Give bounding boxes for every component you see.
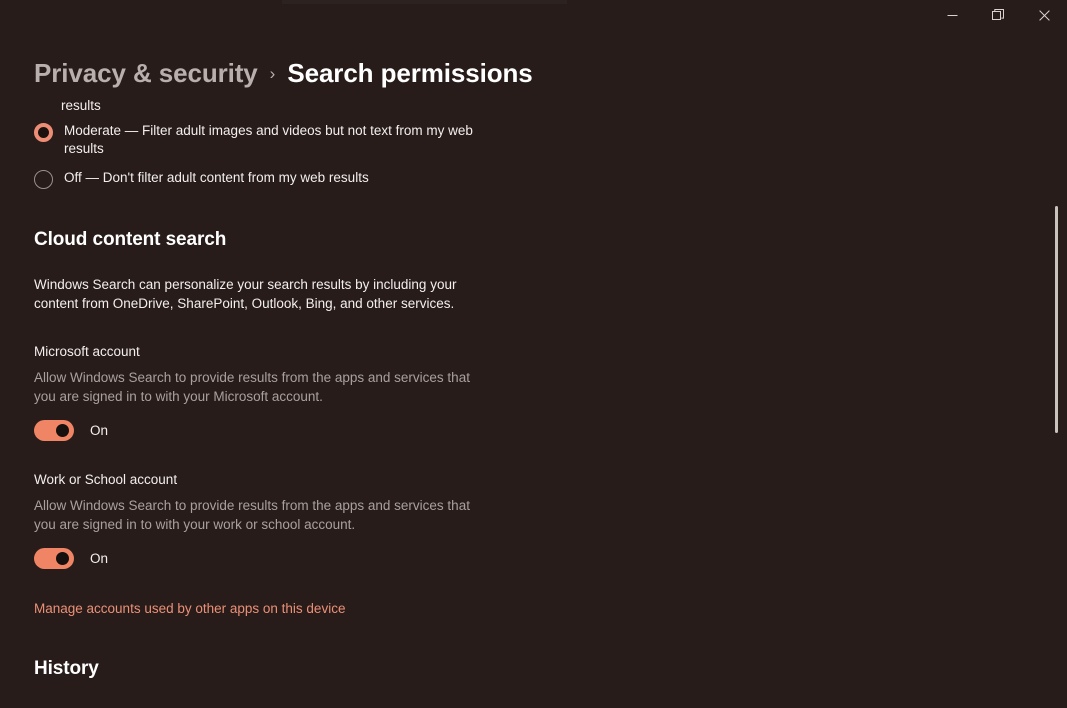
- radio-option-moderate[interactable]: Moderate — Filter adult images and video…: [34, 122, 1050, 158]
- settings-window: Privacy & security › Search permissions …: [0, 0, 1067, 708]
- radio-option-label: Moderate — Filter adult images and video…: [64, 123, 473, 156]
- minimize-button[interactable]: [929, 0, 975, 30]
- setting-description: Allow Windows Search to provide results …: [34, 370, 470, 404]
- section-heading-cloud-content-search: Cloud content search: [34, 229, 227, 250]
- scrollbar-track[interactable]: [1050, 100, 1064, 660]
- clipped-option-text: results: [61, 98, 101, 113]
- restore-button[interactable]: [975, 0, 1021, 30]
- section-heading-history: History: [34, 658, 99, 679]
- toggle-knob: [56, 424, 69, 437]
- breadcrumb: Privacy & security › Search permissions: [34, 58, 533, 89]
- radio-unselected-icon: [34, 170, 53, 189]
- toggle-row: On: [34, 548, 1050, 569]
- toggle-state-label: On: [90, 551, 109, 566]
- restore-icon: [992, 9, 1004, 20]
- scrollbar-thumb[interactable]: [1055, 206, 1058, 433]
- close-icon: [1038, 9, 1050, 21]
- page-title: Search permissions: [287, 58, 533, 88]
- setting-microsoft-account: Microsoft account Allow Windows Search t…: [34, 342, 1050, 441]
- manage-accounts-link[interactable]: Manage accounts used by other apps on th…: [34, 601, 345, 616]
- minimize-icon: [947, 14, 957, 16]
- radio-option-off[interactable]: Off — Don't filter adult content from my…: [34, 169, 1050, 189]
- safesearch-radio-group: Moderate — Filter adult images and video…: [34, 122, 1050, 189]
- setting-title: Work or School account: [34, 472, 178, 487]
- title-bar: [0, 0, 1067, 34]
- toggle-row: On: [34, 420, 1050, 441]
- toggle-knob: [56, 552, 69, 565]
- section-description-cloud-content-search: Windows Search can personalize your sear…: [34, 277, 457, 311]
- setting-title: Microsoft account: [34, 344, 140, 359]
- microsoft-account-toggle[interactable]: [34, 420, 74, 441]
- radio-option-label: Off — Don't filter adult content from my…: [64, 170, 369, 185]
- work-school-account-toggle[interactable]: [34, 548, 74, 569]
- settings-content: results Moderate — Filter adult images a…: [0, 96, 1050, 708]
- window-controls: [929, 0, 1067, 30]
- toggle-state-label: On: [90, 423, 109, 438]
- titlebar-accent-band: [282, 0, 567, 4]
- close-button[interactable]: [1021, 0, 1067, 30]
- setting-description: Allow Windows Search to provide results …: [34, 498, 470, 532]
- setting-work-or-school-account: Work or School account Allow Windows Sea…: [34, 470, 1050, 569]
- chevron-right-icon: ›: [269, 64, 276, 83]
- radio-selected-icon: [34, 123, 53, 142]
- breadcrumb-parent-link[interactable]: Privacy & security: [34, 58, 258, 89]
